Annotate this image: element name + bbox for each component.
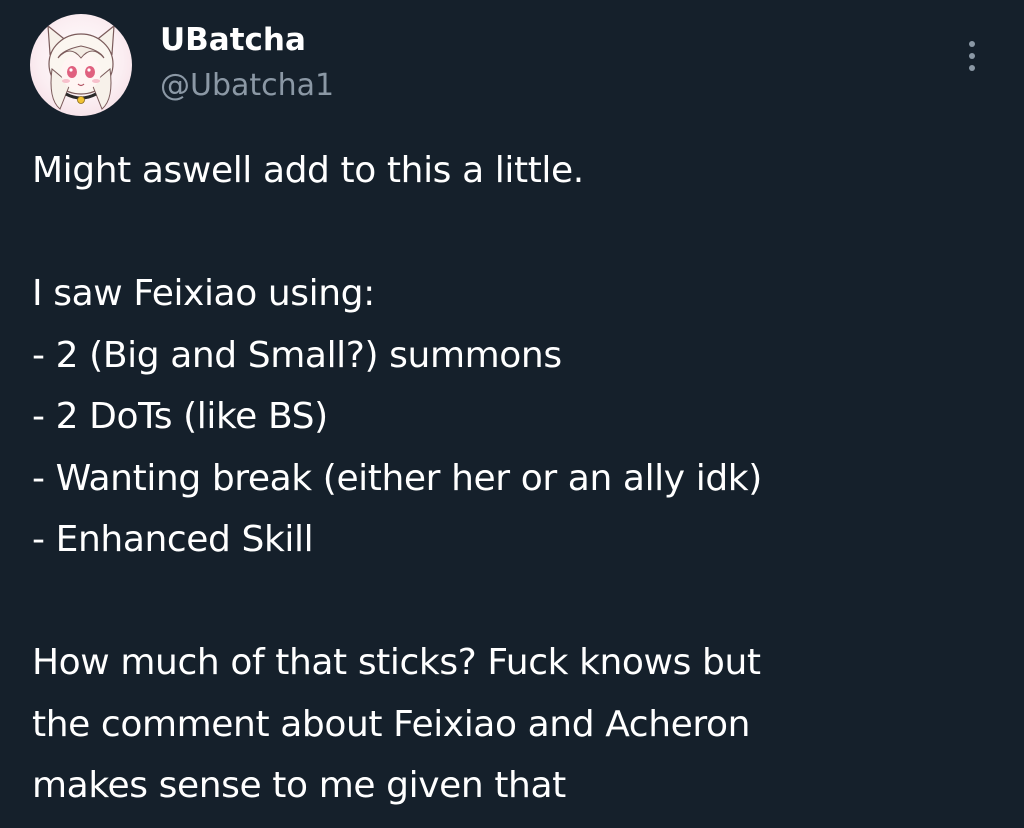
tweet-text-line: - 2 DoTs (like BS) (32, 396, 328, 437)
more-options-button[interactable] (952, 34, 992, 78)
tweet-text-line: - 2 (Big and Small?) summons (32, 334, 562, 376)
tweet-text-line: Might aswell add to this a little. (32, 150, 584, 191)
tweet-text-line: the comment about Feixiao and Acheron (32, 703, 751, 745)
tweet-text-line: - Wanting break (either her or an ally i… (32, 457, 762, 499)
tweet-text-line: How much of that sticks? Fuck knows but (32, 642, 761, 683)
author-display-name[interactable]: UBatcha (160, 20, 334, 60)
avatar-image (47, 24, 115, 110)
author-names: UBatcha @Ubatcha1 (160, 20, 334, 106)
tweet-text-line: I saw Feixiao using: (32, 273, 375, 314)
tweet-text-line (32, 571, 992, 633)
more-vertical-icon (969, 41, 975, 71)
tweet-text: Might aswell add to this a little. I saw… (32, 140, 992, 817)
tweet-text-line (32, 202, 992, 264)
tweet-text-line: - Enhanced Skill (32, 519, 314, 560)
author-handle[interactable]: @Ubatcha1 (160, 66, 334, 106)
tweet-text-line: makes sense to me given that (32, 765, 566, 806)
tweet-header: UBatcha @Ubatcha1 (30, 14, 334, 116)
avatar[interactable] (30, 14, 132, 116)
tweet-card: UBatcha @Ubatcha1 Might aswell add to th… (0, 0, 1024, 828)
